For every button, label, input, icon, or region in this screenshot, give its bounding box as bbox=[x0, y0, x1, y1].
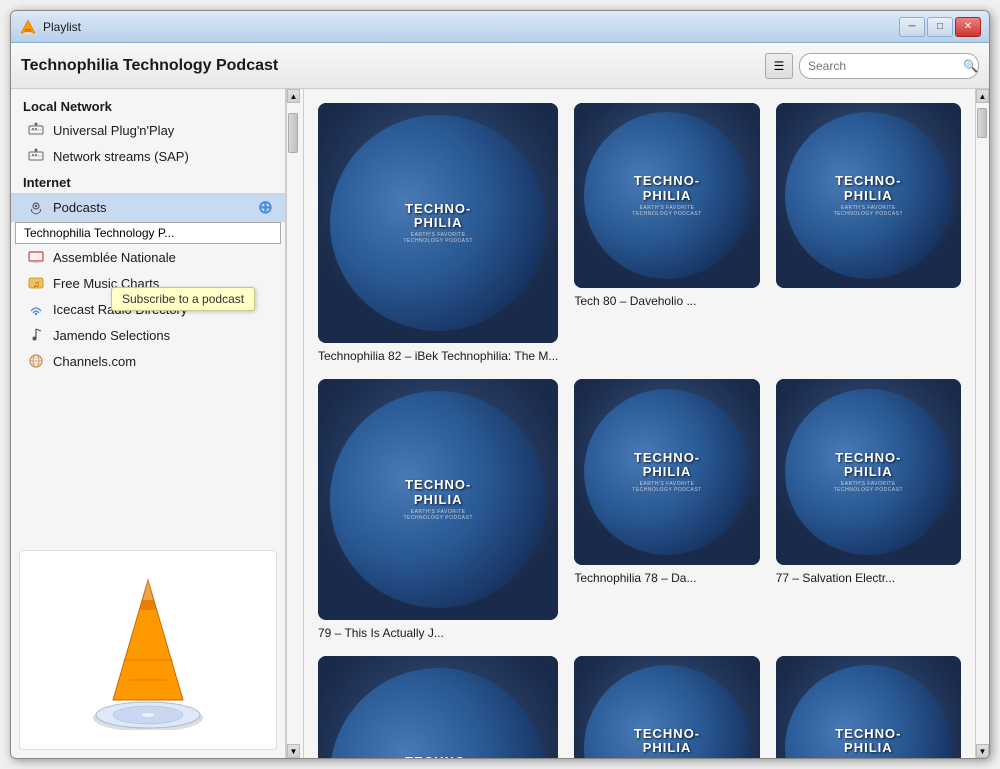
sidebar-item-channels[interactable]: Channels.com bbox=[11, 348, 285, 374]
window-title: Playlist bbox=[43, 20, 899, 34]
header-bar: Technophilia Technology Podcast ☰ 🔍 bbox=[11, 43, 989, 89]
tooltip-text: Subscribe to a podcast bbox=[122, 292, 244, 306]
sidebar-item-label: Universal Plug'n'Play bbox=[53, 123, 273, 138]
podcast-item-7[interactable]: TECHNO-PHILIA EARTH'S FAVORITETECHNOLOGY… bbox=[574, 656, 759, 758]
sidebar-item-podcasts[interactable]: Podcasts ⊕ bbox=[11, 193, 285, 222]
scroll-thumb[interactable] bbox=[288, 113, 298, 153]
podcast-thumb-0: TECHNO-PHILIA EARTH'S FAVORITETECHNOLOGY… bbox=[318, 103, 558, 343]
podcast-thumb-4: TECHNO-PHILIA EARTH'S FAVORITETECHNOLOGY… bbox=[574, 379, 759, 564]
tv-icon bbox=[27, 248, 45, 266]
podcast-item-1[interactable]: TECHNO-PHILIA EARTH'S FAVORITETECHNOLOGY… bbox=[574, 103, 759, 363]
network-streams-icon bbox=[27, 147, 45, 165]
podcast-label-3: 79 – This Is Actually J... bbox=[318, 626, 558, 640]
podcast-label-5: 77 – Salvation Electr... bbox=[776, 571, 961, 585]
podcast-item-6[interactable]: TECHNO-PHILIA EARTH'S FAVORITETECHNOLOGY… bbox=[318, 656, 558, 758]
podcast-grid: TECHNO-PHILIA EARTH'S FAVORITETECHNOLOGY… bbox=[314, 99, 965, 758]
podcast-item-0[interactable]: TECHNO-PHILIA EARTH'S FAVORITETECHNOLOGY… bbox=[318, 103, 558, 363]
channels-icon bbox=[27, 352, 45, 370]
scroll-up-arrow[interactable]: ▲ bbox=[287, 89, 300, 103]
podcast-thumb-5: TECHNO-PHILIA EARTH'S FAVORITETECHNOLOGY… bbox=[776, 379, 961, 564]
music2-icon bbox=[27, 326, 45, 344]
sidebar-item-label: Network streams (SAP) bbox=[53, 149, 273, 164]
section-internet: Internet bbox=[11, 169, 285, 193]
podcast-label-0: Technophilia 82 – iBek Technophilia: The… bbox=[318, 349, 558, 363]
list-view-icon: ☰ bbox=[774, 59, 785, 73]
app-icon bbox=[19, 18, 37, 36]
podcast-thumb-6: TECHNO-PHILIA EARTH'S FAVORITETECHNOLOGY… bbox=[318, 656, 558, 758]
content-scroll: TECHNO-PHILIA EARTH'S FAVORITETECHNOLOGY… bbox=[304, 89, 975, 758]
close-button[interactable]: ✕ bbox=[955, 17, 981, 37]
sidebar-scrollbar[interactable]: ▲ ▼ bbox=[286, 89, 300, 758]
svg-text:♫: ♫ bbox=[33, 279, 40, 289]
content-with-scroll: TECHNO-PHILIA EARTH'S FAVORITETECHNOLOGY… bbox=[304, 89, 989, 758]
content-scrollbar[interactable]: ▲ ▼ bbox=[975, 89, 989, 758]
header-actions: ☰ 🔍 bbox=[765, 53, 979, 79]
music-icon: ♫ bbox=[27, 274, 45, 292]
search-icon: 🔍 bbox=[963, 59, 978, 73]
podcast-thumb-8: TECHNO-PHILIA EARTH'S FAVORITETECHNOLOGY… bbox=[776, 656, 961, 758]
sidebar-item-universal-plug[interactable]: Universal Plug'n'Play bbox=[11, 117, 285, 143]
sidebar-item-podcasts-label: Podcasts bbox=[53, 200, 250, 215]
podcast-thumb-2: TECHNO-PHILIA EARTH'S FAVORITETECHNOLOGY… bbox=[776, 103, 961, 288]
add-podcast-button[interactable]: ⊕ bbox=[258, 197, 273, 218]
podcast-label-1: Tech 80 – Daveholio ... bbox=[574, 294, 759, 308]
search-input[interactable] bbox=[808, 59, 963, 73]
podcast-icon bbox=[27, 199, 45, 217]
podcast-thumb-7: TECHNO-PHILIA EARTH'S FAVORITETECHNOLOGY… bbox=[574, 656, 759, 758]
titlebar: Playlist ─ □ ✕ bbox=[11, 11, 989, 43]
content-scroll-up[interactable]: ▲ bbox=[976, 89, 989, 103]
page-title: Technophilia Technology Podcast bbox=[21, 57, 765, 75]
main-area: Local Network bbox=[11, 89, 989, 758]
sidebar-item-assemblee[interactable]: Assemblée Nationale bbox=[11, 244, 285, 270]
sidebar-item-channels-label: Channels.com bbox=[53, 354, 273, 369]
scroll-track[interactable] bbox=[287, 103, 300, 744]
minimize-button[interactable]: ─ bbox=[899, 17, 925, 37]
radio-icon bbox=[27, 300, 45, 318]
scroll-down-arrow[interactable]: ▼ bbox=[287, 744, 300, 758]
subscribe-tooltip: Subscribe to a podcast bbox=[111, 287, 255, 311]
section-local-network: Local Network bbox=[11, 93, 285, 117]
network-icon bbox=[27, 121, 45, 139]
podcast-item-5[interactable]: TECHNO-PHILIA EARTH'S FAVORITETECHNOLOGY… bbox=[776, 379, 961, 639]
sidebar: Local Network bbox=[11, 89, 286, 758]
sidebar-scroll: Local Network bbox=[11, 89, 285, 542]
podcast-thumb-1: TECHNO-PHILIA EARTH'S FAVORITETECHNOLOGY… bbox=[574, 103, 759, 288]
vlc-artwork bbox=[19, 550, 277, 750]
sidebar-item-jamendo-label: Jamendo Selections bbox=[53, 328, 273, 343]
content-scroll-thumb[interactable] bbox=[977, 108, 987, 138]
maximize-button[interactable]: □ bbox=[927, 17, 953, 37]
sidebar-item-technophilia[interactable]: Technophilia Technology P... bbox=[15, 222, 281, 244]
content-scroll-down[interactable]: ▼ bbox=[976, 744, 989, 758]
podcast-label-4: Technophilia 78 – Da... bbox=[574, 571, 759, 585]
main-window: Playlist ─ □ ✕ Technophilia Technology P… bbox=[10, 10, 990, 759]
podcast-thumb-3: TECHNO-PHILIA EARTH'S FAVORITETECHNOLOGY… bbox=[318, 379, 558, 619]
podcast-item-8[interactable]: TECHNO-PHILIA EARTH'S FAVORITETECHNOLOGY… bbox=[776, 656, 961, 758]
podcast-item-3[interactable]: TECHNO-PHILIA EARTH'S FAVORITETECHNOLOGY… bbox=[318, 379, 558, 639]
sidebar-container: Local Network bbox=[11, 89, 304, 758]
content-scroll-track[interactable] bbox=[976, 103, 989, 744]
vlc-cone-svg bbox=[78, 570, 218, 730]
search-box: 🔍 bbox=[799, 53, 979, 79]
sidebar-item-network-streams[interactable]: Network streams (SAP) bbox=[11, 143, 285, 169]
sidebar-item-assemblee-label: Assemblée Nationale bbox=[53, 250, 273, 265]
list-view-button[interactable]: ☰ bbox=[765, 53, 793, 79]
podcast-item-4[interactable]: TECHNO-PHILIA EARTH'S FAVORITETECHNOLOGY… bbox=[574, 379, 759, 639]
sidebar-item-jamendo[interactable]: Jamendo Selections bbox=[11, 322, 285, 348]
podcast-item-2[interactable]: TECHNO-PHILIA EARTH'S FAVORITETECHNOLOGY… bbox=[776, 103, 961, 363]
window-controls: ─ □ ✕ bbox=[899, 17, 981, 37]
